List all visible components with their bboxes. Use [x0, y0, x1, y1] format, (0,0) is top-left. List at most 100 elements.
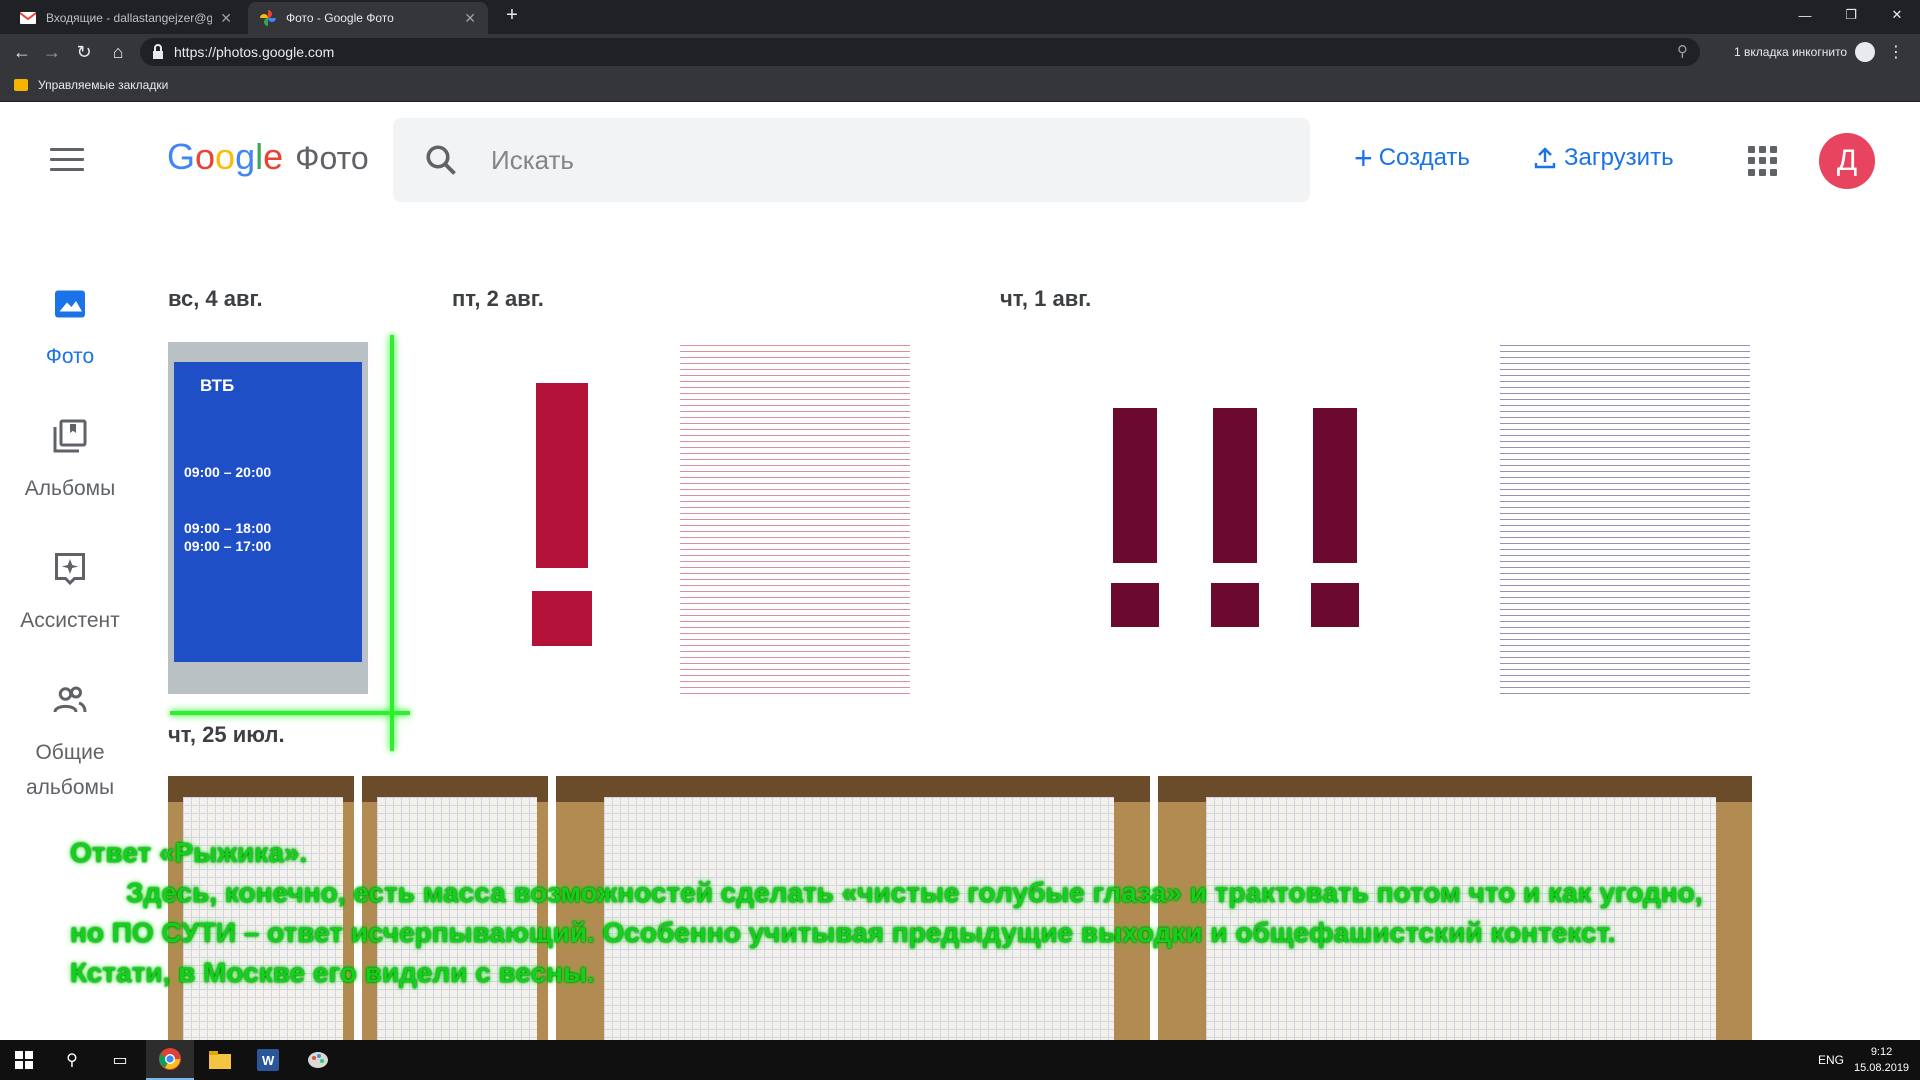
reload-icon[interactable]: ↻ [72, 40, 96, 64]
bookmark-folder[interactable]: Управляемые закладки [14, 78, 168, 92]
logo-letter: G [167, 136, 196, 177]
minimize-button[interactable]: — [1782, 0, 1828, 30]
avatar[interactable]: Д [1819, 133, 1875, 189]
incognito-indicator[interactable]: 1 вкладка инкогнито [1734, 42, 1876, 62]
search-input[interactable] [491, 140, 1271, 180]
windows-logo-icon [15, 1051, 33, 1069]
upload-button[interactable]: Загрузить [1534, 144, 1674, 172]
sidebar-item-photos[interactable]: Фото [0, 286, 140, 374]
create-button[interactable]: + Создать [1354, 140, 1470, 176]
overlay-line: но ПО СУТИ – ответ исчерпывающий. Особен… [70, 917, 1616, 948]
back-icon[interactable]: ← [10, 40, 34, 64]
shared-albums-icon [53, 686, 87, 713]
main-menu-icon[interactable] [50, 148, 84, 172]
photo-thumbnail[interactable] [680, 342, 910, 694]
sidebar-item-shared-albums[interactable]: Общие альбомы [0, 682, 140, 805]
zoom-icon[interactable]: ⚲ [1677, 42, 1688, 60]
close-window-button[interactable]: ✕ [1874, 0, 1920, 30]
hours-text: 09:00 – 17:00 [184, 538, 272, 554]
photo-thumbnail[interactable] [452, 342, 672, 694]
vtb-brand: ВТБ [200, 376, 235, 395]
task-view-icon[interactable]: ▭ [96, 1040, 144, 1080]
svg-text:W: W [262, 1053, 275, 1068]
url-text: https://photos.google.com [174, 44, 335, 60]
windows-taskbar: ⚲ ▭ W ENG 9:12 15.08.2019 [0, 1040, 1920, 1080]
text-document-image [680, 342, 910, 694]
address-bar[interactable]: https://photos.google.com ⚲ [140, 38, 1700, 66]
browser-toolbar: ← → ↻ ⌂ https://photos.google.com ⚲ 1 вк… [0, 34, 1920, 70]
google-photos-icon [260, 10, 276, 26]
start-button[interactable] [0, 1040, 48, 1080]
hours-text: 09:00 – 18:00 [184, 520, 272, 536]
exclamation-icon [532, 383, 592, 646]
albums-icon [53, 419, 87, 453]
browser-menu-icon[interactable]: ⋮ [1888, 42, 1904, 62]
incognito-label: 1 вкладка инкогнито [1734, 45, 1848, 59]
sidebar-item-label: Ассистент [20, 609, 120, 632]
search-icon[interactable] [423, 142, 459, 178]
tab-gmail[interactable]: Входящие - dallastangejzer@gm ✕ [8, 2, 244, 34]
close-tab-icon[interactable]: ✕ [464, 10, 476, 27]
photo-icon [55, 290, 85, 318]
bookmark-folder-label: Управляемые закладки [38, 78, 169, 92]
triple-exclamation-icon [1111, 408, 1359, 627]
search-taskbar-icon[interactable]: ⚲ [48, 1040, 96, 1080]
forward-icon[interactable]: → [40, 40, 64, 64]
overlay-line: Ответ «Рыжика». [70, 837, 308, 868]
bookmarks-bar: Управляемые закладки [0, 70, 1920, 102]
logo-letter: o [215, 136, 236, 177]
system-clock[interactable]: 9:12 15.08.2019 [1854, 1044, 1909, 1076]
photo-thumbnail[interactable] [1000, 342, 1480, 694]
logo-letter: o [195, 136, 216, 177]
gmail-icon [20, 10, 36, 26]
create-label: Создать [1378, 144, 1470, 171]
search-box[interactable] [393, 118, 1310, 202]
browser-tab-bar: Входящие - dallastangejzer@gm ✕ Фото - G… [0, 0, 1920, 34]
overlay-commentary: Ответ «Рыжика». Здесь, конечно, есть мас… [70, 833, 1870, 993]
overlay-line: Здесь, конечно, есть масса возможностей … [126, 877, 1703, 908]
file-explorer-icon[interactable] [196, 1040, 244, 1080]
crosshair-vertical-line [390, 335, 394, 751]
new-tab-button[interactable]: + [498, 4, 526, 27]
upload-icon [1534, 147, 1556, 169]
tab-google-photos[interactable]: Фото - Google Фото ✕ [248, 2, 488, 34]
date-header: пт, 2 авг. [452, 286, 544, 311]
logo-letter: g [235, 136, 256, 177]
sidebar-item-albums[interactable]: Альбомы [0, 418, 140, 506]
hours-text: 09:00 – 20:00 [184, 464, 272, 480]
google-apps-icon[interactable] [1748, 146, 1778, 176]
chrome-taskbar-icon[interactable] [146, 1040, 194, 1080]
incognito-icon [1855, 42, 1876, 62]
lock-icon [153, 44, 163, 59]
sidebar-item-label: Фото [45, 345, 95, 368]
paint-app-icon[interactable] [294, 1040, 342, 1080]
text-document-image [1500, 342, 1750, 694]
clock-time: 9:12 [1870, 1046, 1893, 1058]
sidebar-item-label: Общие альбомы [25, 741, 115, 799]
date-header: чт, 1 авг. [1000, 286, 1092, 311]
vtb-sign: ВТБ 09:00 – 20:00 09:00 – 18:00 09:00 – … [174, 362, 362, 662]
restore-button[interactable]: ❐ [1828, 0, 1874, 30]
crosshair-horizontal-line [170, 711, 410, 715]
sidebar-item-assistant[interactable]: Ассистент [0, 550, 140, 638]
home-icon[interactable]: ⌂ [106, 40, 130, 64]
product-name: Фото [295, 140, 369, 176]
photo-thumbnail[interactable]: ВТБ 09:00 – 20:00 09:00 – 18:00 09:00 – … [168, 342, 368, 694]
photo-thumbnail[interactable] [1500, 342, 1750, 694]
clock-date: 15.08.2019 [1854, 1062, 1910, 1074]
logo-letter: e [263, 136, 284, 177]
assistant-icon [55, 553, 85, 586]
tab-title: Входящие - dallastangejzer@gm [46, 11, 213, 25]
logo-letter: l [255, 136, 264, 177]
date-header: чт, 25 июл. [168, 722, 285, 747]
google-photos-logo[interactable]: G o o g l e Фото [167, 136, 369, 178]
tab-title: Фото - Google Фото [286, 11, 394, 25]
upload-label: Загрузить [1564, 144, 1674, 171]
language-indicator[interactable]: ENG [1818, 1040, 1844, 1080]
plus-icon: + [1354, 140, 1373, 176]
folder-icon [14, 79, 28, 91]
sidebar-item-label: Альбомы [24, 477, 116, 500]
close-tab-icon[interactable]: ✕ [220, 10, 232, 27]
overlay-line: Кстати, в Москве его видели с весны. [70, 957, 595, 988]
word-icon[interactable]: W [244, 1040, 292, 1080]
